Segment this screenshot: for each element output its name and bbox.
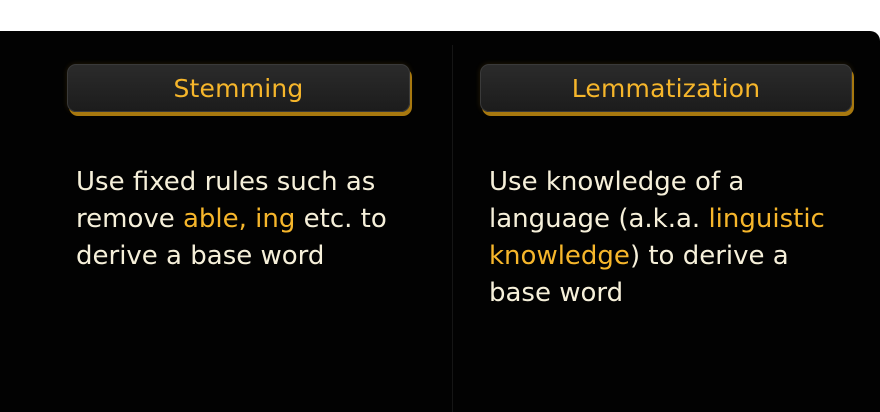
slide: Stemming Use fixed rules such as remove … [0,31,880,412]
stemming-description: Use fixed rules such as remove able, ing… [76,164,436,275]
lemmatization-header: Lemmatization [480,64,852,112]
stemming-column: Stemming Use fixed rules such as remove … [0,31,452,412]
lemmatization-line-2-pre: language (a.k.a. [489,204,709,234]
lemmatization-highlight-2: knowledge [489,241,630,271]
lemmatization-highlight-1: linguistic [708,204,825,234]
stemming-highlight: able, ing [183,204,296,234]
lemmatization-line-3-post: ) to derive a [629,241,789,271]
lemmatization-title: Lemmatization [571,73,761,103]
lemmatization-line-1: Use knowledge of a [489,167,745,197]
lemmatization-line-4: base word [489,278,624,308]
lemmatization-description: Use knowledge of a language (a.k.a. ling… [489,164,869,312]
stemming-line-1: Use fixed rules such as [76,167,376,197]
stemming-title: Stemming [173,73,304,103]
stemming-line-2-post: etc. to [295,204,387,234]
stemming-header: Stemming [67,64,410,112]
stemming-line-2-pre: remove [76,204,183,234]
lemmatization-column: Lemmatization Use knowledge of a languag… [453,31,880,412]
stemming-line-3: derive a base word [76,241,325,271]
